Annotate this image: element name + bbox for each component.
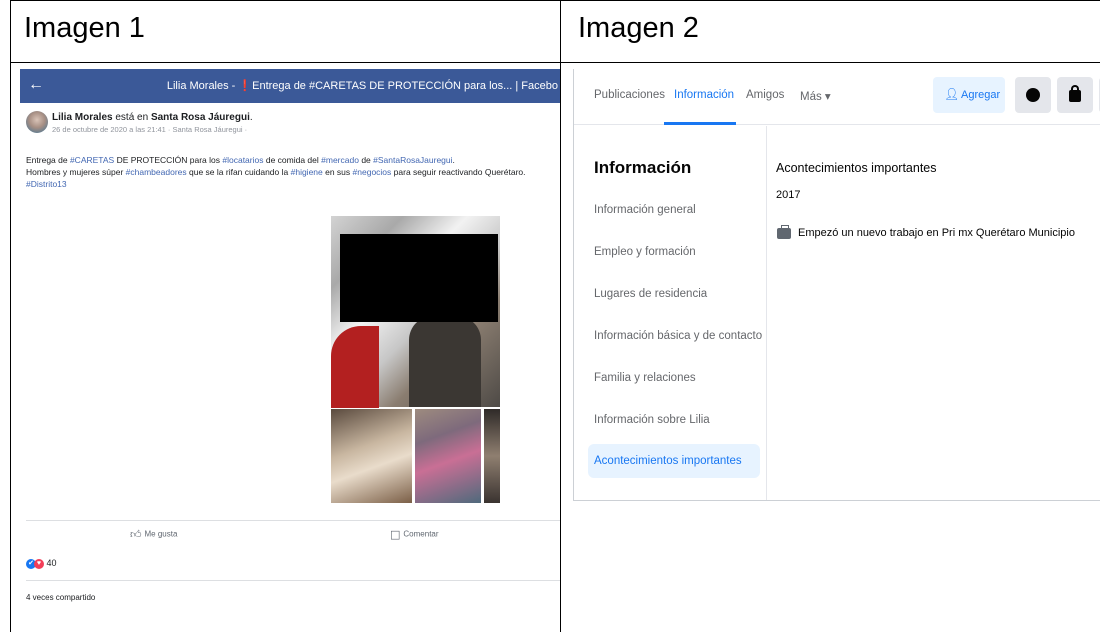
photo-thumb-2[interactable] [415, 409, 481, 503]
photo-grid[interactable] [331, 216, 500, 503]
post-text-line: Hombres y mujeres súper #chambeadores qu… [26, 166, 556, 178]
post-header: Lilia Morales está en Santa Rosa Jáuregu… [26, 111, 546, 147]
post-text-line: #Distrito13 [26, 178, 556, 190]
post-text-segment: de [358, 155, 374, 165]
hashtag-link[interactable]: #mercado [321, 155, 359, 165]
tab-amigos[interactable]: Amigos [746, 89, 784, 101]
divider [26, 520, 560, 521]
post-text-segment: en sus [322, 167, 353, 177]
cell-title-image-2: Imagen 2 [578, 12, 699, 44]
sidebar-item-acontecimientos[interactable]: Acontecimientos importantes [594, 455, 742, 467]
sidebar-item-informacion-general[interactable]: Información general [594, 204, 696, 216]
hashtag-link[interactable]: #Distrito13 [26, 179, 67, 189]
event-year: 2017 [776, 189, 801, 201]
sidebar-title: Información [594, 158, 692, 177]
tab-publicaciones[interactable]: Publicaciones [594, 89, 665, 101]
pin-icon: ❗ [238, 80, 253, 92]
info-sidebar: Información Información general Empleo y… [574, 126, 767, 500]
sidebar-item-empleo-formacion[interactable]: Empleo y formación [594, 246, 696, 258]
active-tab-indicator [664, 122, 736, 125]
love-reaction-icon: ♥ [34, 558, 44, 569]
facebook-post-screenshot: ← Lilia Morales - ❗Entrega de #CARETAS D… [20, 69, 560, 632]
post-text-segment: que se la rifan cuidando la [186, 167, 291, 177]
table-border-top [10, 0, 1100, 1]
sidebar-item-lugares-residencia[interactable]: Lugares de residencia [594, 288, 707, 300]
photo-person-dark-jacket [409, 316, 481, 407]
comment-button[interactable]: □ Comentar [390, 528, 439, 541]
sidebar-item-informacion-basica[interactable]: Información básica y de contacto [594, 330, 762, 342]
back-arrow-icon[interactable]: ← [28, 76, 44, 94]
post-date[interactable]: 26 de octubre de 2020 a las 21:41 · Sant… [52, 125, 247, 134]
sidebar-item-informacion-sobre[interactable]: Información sobre Lilia [594, 414, 710, 426]
facebook-top-bar: ← Lilia Morales - ❗Entrega de #CARETAS D… [20, 69, 560, 103]
table-border-left [10, 0, 11, 632]
avatar[interactable] [26, 111, 48, 133]
section-title: Acontecimientos importantes [776, 161, 937, 175]
hashtag-link[interactable]: #chambeadores [126, 167, 187, 177]
cell-title-image-1: Imagen 1 [24, 12, 145, 44]
lock-icon [1069, 90, 1081, 102]
post-text-line: Entrega de #CARETAS DE PROTECCIÓN para l… [26, 154, 556, 166]
post-text-segment: de [263, 155, 278, 165]
window-title: Lilia Morales - ❗Entrega de #CARETAS DE … [166, 80, 558, 92]
lock-button[interactable] [1057, 77, 1093, 113]
add-friend-icon: 👤︎ [944, 87, 960, 101]
profile-tabs: Publicaciones Información Amigos Más ▾ 👤… [574, 69, 1100, 125]
share-count[interactable]: 4 veces compartido [26, 593, 95, 602]
tab-mas[interactable]: Más ▾ [800, 89, 831, 103]
reaction-count: 40 [46, 558, 57, 568]
post-text-segment: para seguir reactivando Querétaro. [391, 167, 526, 177]
message-button[interactable] [1015, 77, 1051, 113]
photo-thumb-1[interactable] [331, 409, 412, 503]
place-link[interactable]: Santa Rosa Jáuregui [151, 112, 250, 123]
like-button[interactable]: 👍︎ Me gusta [130, 528, 177, 541]
post-body: Entrega de #CARETAS DE PROTECCIÓN para l… [26, 154, 556, 190]
photo-person-red-shirt [331, 326, 379, 408]
hashtag-link[interactable]: #SantaRosaJauregui [373, 155, 452, 165]
hashtag-link[interactable]: #negocios [353, 167, 392, 177]
table-column-divider [560, 0, 561, 632]
comment-icon: □ [390, 528, 401, 541]
profile-info-screenshot: Publicaciones Información Amigos Más ▾ 👤… [573, 69, 1100, 501]
post-text-segment: Hombres y mujeres súper [26, 167, 126, 177]
briefcase-icon [777, 225, 791, 239]
divider [26, 580, 560, 581]
post-text-segment: comida del [277, 155, 322, 165]
post-text-segment: Entrega de [26, 155, 70, 165]
add-friend-button[interactable]: 👤︎ Agregar [933, 77, 1005, 113]
post-text-segment: . [452, 155, 455, 165]
messenger-icon [1026, 88, 1040, 102]
photo-thumb-3[interactable] [484, 409, 500, 503]
author-name[interactable]: Lilia Morales [52, 112, 113, 123]
sidebar-item-familia[interactable]: Familia y relaciones [594, 372, 696, 384]
hashtag-link[interactable]: #CARETAS [70, 155, 114, 165]
life-event-item[interactable]: Empezó un nuevo trabajo en Pri mx Querét… [798, 227, 1075, 239]
photo-main[interactable] [331, 216, 500, 408]
reaction-summary[interactable]: ✔ ♥ 40 [26, 558, 57, 569]
table-border-header [10, 62, 1100, 63]
author-line: Lilia Morales está en Santa Rosa Jáuregu… [52, 112, 253, 123]
redaction-box [340, 234, 498, 322]
hashtag-link[interactable]: #locatarios [222, 155, 263, 165]
tab-informacion[interactable]: Información [674, 89, 734, 101]
hashtag-link[interactable]: #higiene [291, 167, 323, 177]
like-icon: 👍︎ [130, 528, 142, 541]
post-text-segment: DE PROTECCIÓN para los [114, 155, 223, 165]
